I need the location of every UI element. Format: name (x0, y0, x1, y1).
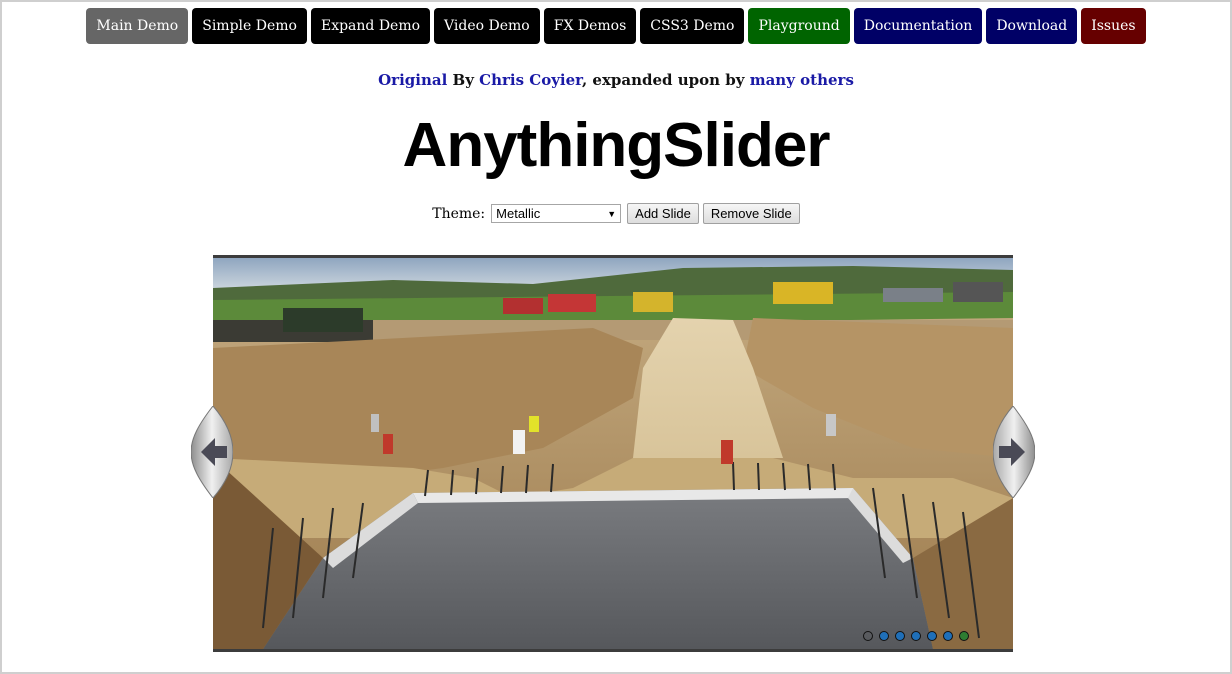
nav-playground[interactable]: Playground (748, 8, 850, 44)
credit-expanded-text: , expanded upon by (581, 71, 750, 89)
previous-slide-button[interactable] (190, 405, 234, 499)
slide-dot-6[interactable] (943, 631, 953, 641)
slider-controls: Theme: Metallic ▼ Add Slide Remove Slide (2, 203, 1230, 224)
left-arrow-icon (190, 405, 234, 499)
nav-documentation[interactable]: Documentation (853, 8, 983, 44)
slide-dot-7[interactable] (959, 631, 969, 641)
nav-issues[interactable]: Issues (1081, 8, 1146, 44)
nav-expand-demo[interactable]: Expand Demo (310, 8, 431, 44)
slide-dot-5[interactable] (927, 631, 937, 641)
original-link[interactable]: Original (378, 71, 447, 89)
slide-dot-4[interactable] (911, 631, 921, 641)
next-slide-button[interactable] (992, 405, 1036, 499)
slide-dot-3[interactable] (895, 631, 905, 641)
dropdown-arrow-icon: ▼ (607, 208, 617, 219)
credit-line: Original By Chris Coyier, expanded upon … (2, 71, 1230, 89)
slide-dot-2[interactable] (879, 631, 889, 641)
nav-fx-demos[interactable]: FX Demos (543, 8, 637, 44)
nav-simple-demo[interactable]: Simple Demo (192, 8, 307, 44)
theme-select-value: Metallic (496, 206, 541, 221)
nav-video-demo[interactable]: Video Demo (434, 8, 540, 44)
nav-main-demo[interactable]: Main Demo (86, 8, 189, 44)
add-slide-button[interactable]: Add Slide (627, 203, 699, 224)
slide-navigation-dots (863, 631, 969, 641)
anything-slider (190, 255, 1036, 652)
nav-download[interactable]: Download (986, 8, 1078, 44)
top-navigation: Main Demo Simple Demo Expand Demo Video … (2, 8, 1230, 44)
page-title: AnythingSlider (402, 111, 831, 180)
right-arrow-icon (992, 405, 1036, 499)
remove-slide-button[interactable]: Remove Slide (702, 203, 800, 224)
slide-image (213, 258, 1013, 649)
many-others-link[interactable]: many others (750, 71, 854, 89)
nav-css3-demo[interactable]: CSS3 Demo (640, 8, 745, 44)
credit-by-text: By (447, 71, 480, 89)
theme-select[interactable]: Metallic ▼ (491, 204, 622, 223)
author-link[interactable]: Chris Coyier (479, 71, 582, 89)
theme-label: Theme: (432, 205, 486, 222)
construction-site-photo (213, 258, 1013, 649)
slide-dot-1[interactable] (863, 631, 873, 641)
